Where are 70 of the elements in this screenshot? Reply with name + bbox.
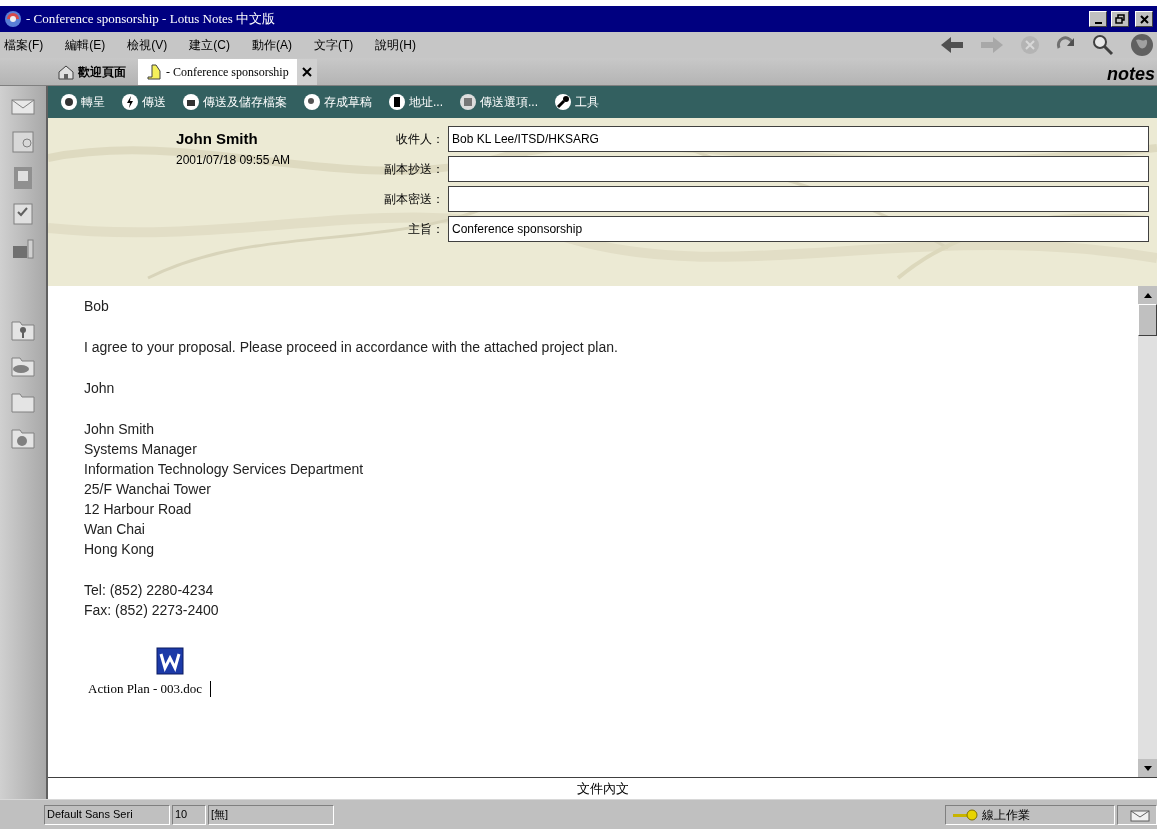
search-icon[interactable] xyxy=(1091,33,1115,57)
input-field[interactable]: Conference sponsorship xyxy=(448,216,1149,242)
menu-item[interactable]: 檢視(V) xyxy=(127,36,168,54)
close-icon xyxy=(301,67,312,77)
body-text: Systems Manager xyxy=(84,440,198,459)
toolbar-button[interactable]: 地址... xyxy=(388,93,443,111)
field-label: 副本抄送： xyxy=(383,161,445,178)
toolbar-button[interactable]: 傳送選項... xyxy=(459,93,539,111)
app-icon xyxy=(4,10,22,28)
sent-date: 2001/07/18 09:55 AM xyxy=(176,151,292,169)
tab-close-button[interactable] xyxy=(296,59,317,85)
body-text: Fax: (852) 2273-2400 xyxy=(84,601,220,620)
body-text: 12 Harbour Road xyxy=(84,500,193,519)
tab[interactable]: 歡迎頁面 xyxy=(50,59,134,85)
document-icon xyxy=(146,63,162,81)
toolbar-button[interactable]: 存成草稿 xyxy=(303,93,372,111)
key-icon xyxy=(952,808,978,821)
tab[interactable]: - Conference sponsorship xyxy=(138,59,297,85)
field-label: 收件人： xyxy=(395,131,445,148)
body-text: Tel: (852) 2280-4234 xyxy=(84,581,215,600)
word-document-icon[interactable] xyxy=(156,647,184,675)
body-text: 25/F Wanchai Tower xyxy=(84,480,212,499)
menu-item[interactable]: 編輯(E) xyxy=(65,36,106,54)
restore-icon xyxy=(1115,14,1125,24)
toolbar-button[interactable]: 傳送及儲存檔案 xyxy=(182,93,287,111)
scroll-up-button[interactable] xyxy=(1138,286,1157,304)
toolbar-button[interactable]: 工具 xyxy=(554,93,600,111)
globe-icon[interactable] xyxy=(1129,32,1155,58)
body-text: I agree to your proposal. Please proceed in accordance with the attached project plan. xyxy=(84,338,619,357)
menu-item[interactable]: 文字(T) xyxy=(314,36,354,54)
scroll-up-icon xyxy=(1143,292,1152,298)
home-icon xyxy=(58,64,74,80)
body-text: Bob xyxy=(84,297,110,316)
field-label: 主旨： xyxy=(407,221,445,238)
inbox-button[interactable] xyxy=(1117,804,1157,825)
size-selector[interactable]: 10 xyxy=(172,804,206,825)
toolbar-button[interactable]: 轉呈 xyxy=(60,93,105,111)
back-arrow-icon[interactable] xyxy=(939,34,965,56)
minimize-button[interactable] xyxy=(1089,11,1107,27)
toolbar-button[interactable]: 傳送 xyxy=(121,93,166,111)
body-text: Wan Chai xyxy=(84,520,146,539)
lightning-icon xyxy=(121,93,139,111)
menu-item[interactable]: 檔案(F) xyxy=(4,36,44,54)
scroll-down-icon xyxy=(1143,765,1152,771)
scroll-thumb[interactable] xyxy=(1138,304,1157,336)
menu-item[interactable]: 動作(A) xyxy=(252,36,292,54)
body-text: John Smith xyxy=(84,420,156,439)
body-text: Information Technology Services Department xyxy=(84,460,365,479)
input-field[interactable] xyxy=(448,186,1149,212)
restore-button[interactable] xyxy=(1111,11,1129,27)
location-selector[interactable]: 線上作業 xyxy=(945,804,1115,825)
scroll-down-button[interactable] xyxy=(1138,759,1157,777)
close-icon xyxy=(1139,14,1149,24)
body-text: John xyxy=(84,379,116,398)
window-title: - Conference sponsorship - Lotus Notes 中文版 xyxy=(26,10,276,29)
menu-item[interactable]: 建立(C) xyxy=(189,36,230,54)
menu-item[interactable]: 說明(H) xyxy=(375,36,416,54)
input-field[interactable] xyxy=(448,156,1149,182)
close-button[interactable] xyxy=(1135,11,1153,27)
section-label: 文件內文 xyxy=(576,779,629,798)
attachment-name[interactable]: Action Plan - 003.doc xyxy=(88,679,203,699)
field-label: 副本密送： xyxy=(383,191,445,208)
sender-name: John Smith xyxy=(176,129,259,149)
minimize-icon xyxy=(1094,22,1102,24)
font-selector[interactable]: Default Sans Seri xyxy=(44,804,170,825)
scrollbar[interactable] xyxy=(1138,286,1157,777)
style-selector[interactable]: [無] xyxy=(208,804,334,825)
brand-logo: notes xyxy=(1107,65,1156,85)
body-text: Hong Kong xyxy=(84,540,156,559)
input-field[interactable]: Bob KL Lee/ITSD/HKSARG xyxy=(448,126,1149,152)
